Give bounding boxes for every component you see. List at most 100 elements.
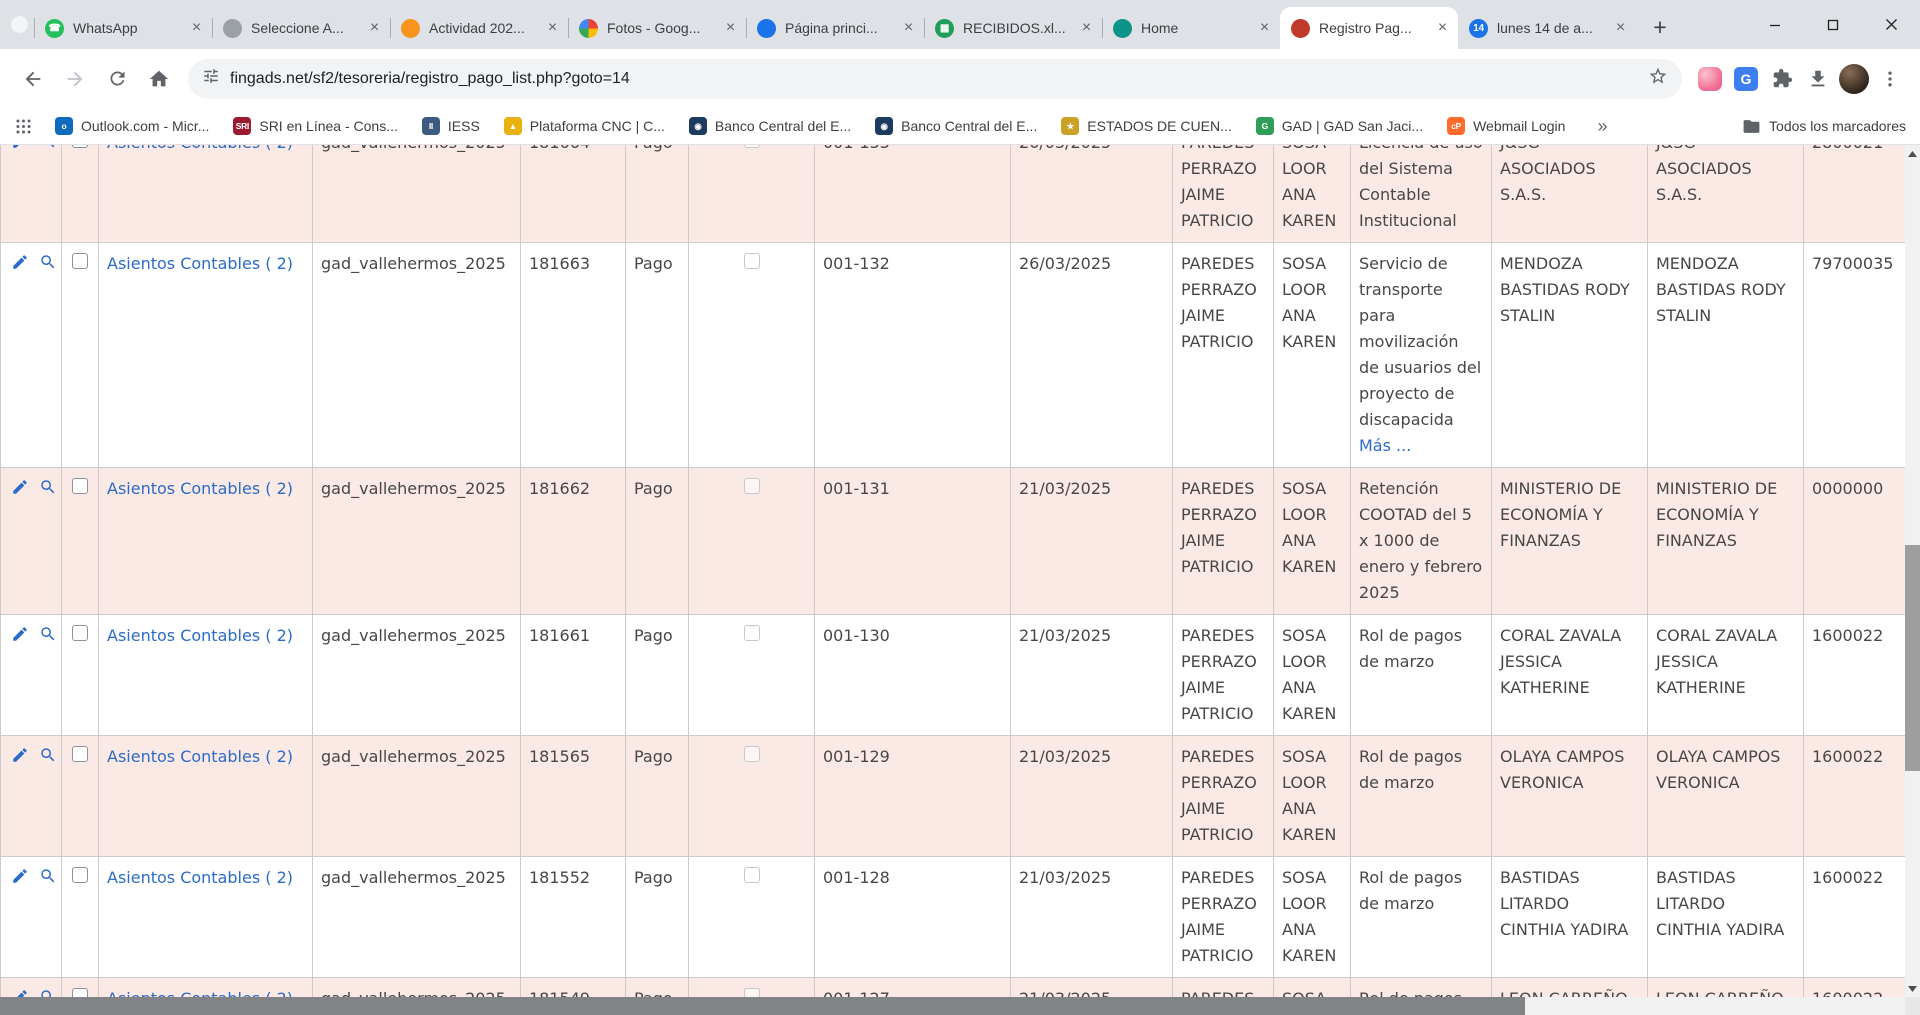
pago-checkbox[interactable] — [744, 746, 760, 762]
tab-close-icon[interactable]: × — [187, 19, 206, 38]
all-bookmarks-button[interactable]: Todos los marcadores — [1742, 117, 1906, 136]
bookmark-list: o Outlook.com - Micr... SRI SRI en Línea… — [55, 117, 1589, 135]
browser-tab[interactable]: 14 lunes 14 de a... × — [1458, 7, 1636, 49]
pago-checkbox[interactable] — [744, 253, 760, 269]
pago-checkbox[interactable] — [744, 867, 760, 883]
menu-kebab-icon[interactable] — [1872, 61, 1908, 97]
bookmark-item[interactable]: ◉ Banco Central del E... — [689, 117, 851, 135]
record-id-cell: 181662 — [521, 468, 626, 615]
browser-tab[interactable]: Home × — [1102, 7, 1280, 49]
view-magnifier-icon[interactable] — [39, 256, 61, 275]
bookmark-item[interactable]: ◉ Banco Central del E... — [875, 117, 1037, 135]
bookmark-item[interactable]: G GAD | GAD San Jaci... — [1256, 117, 1423, 135]
tab-close-icon[interactable]: × — [721, 19, 740, 38]
browser-tab[interactable]: Actividad 202... × — [390, 7, 568, 49]
tab-close-icon[interactable]: × — [1255, 19, 1274, 38]
maximize-button[interactable] — [1804, 0, 1862, 49]
edit-pencil-icon[interactable] — [11, 628, 34, 647]
row-checkbox[interactable] — [72, 746, 88, 762]
pago-checkbox[interactable] — [744, 145, 760, 148]
bookmark-item[interactable]: SRI SRI en Línea - Cons... — [233, 117, 398, 135]
edit-pencil-icon[interactable] — [11, 749, 34, 768]
bookmark-item[interactable]: ★ ESTADOS DE CUEN... — [1061, 117, 1231, 135]
browser-tab[interactable]: Seleccione A... × — [212, 7, 390, 49]
view-magnifier-icon[interactable] — [39, 481, 61, 500]
view-magnifier-icon[interactable] — [39, 870, 61, 889]
extensions-puzzle-icon[interactable] — [1764, 61, 1800, 97]
tipo-cell: Pago — [626, 736, 689, 857]
horizontal-scrollbar[interactable] — [0, 997, 1905, 1015]
asientos-contables-link[interactable]: Asientos Contables ( 2) — [107, 868, 293, 887]
row-checkbox[interactable] — [72, 988, 88, 997]
home-button[interactable] — [140, 60, 178, 98]
scroll-down-arrow-icon[interactable] — [1905, 980, 1920, 997]
mas-link[interactable]: Más ... — [1359, 433, 1483, 459]
asientos-contables-link[interactable]: Asientos Contables ( 2) — [107, 479, 293, 498]
tab-favicon-icon — [1291, 19, 1310, 38]
site-info-icon[interactable] — [202, 67, 220, 90]
window-controls — [1746, 0, 1920, 49]
tab-close-icon[interactable]: × — [365, 19, 384, 38]
browser-tab[interactable]: Página princi... × — [746, 7, 924, 49]
bookmark-star-icon[interactable] — [1648, 66, 1668, 91]
edit-pencil-icon[interactable] — [11, 870, 34, 889]
row-checkbox[interactable] — [72, 478, 88, 494]
beneficiario2-cell: LEON CARREÑO — [1648, 978, 1804, 998]
browser-tab[interactable]: Registro Pag... × — [1280, 7, 1458, 49]
tab-title: Página princi... — [785, 20, 895, 36]
edit-pencil-icon[interactable] — [11, 256, 34, 275]
view-magnifier-icon[interactable] — [39, 628, 61, 647]
bookmark-item[interactable]: ▲ Plataforma CNC | C... — [504, 117, 665, 135]
edit-pencil-icon[interactable] — [11, 481, 34, 500]
close-button[interactable] — [1862, 0, 1920, 49]
apps-grid-icon[interactable] — [14, 117, 33, 136]
bookmark-item[interactable]: cP Webmail Login — [1447, 117, 1565, 135]
downloads-icon[interactable] — [1800, 61, 1836, 97]
pago-checkbox[interactable] — [744, 478, 760, 494]
extension-pink-icon[interactable] — [1692, 61, 1728, 97]
bookmarks-overflow-chevron[interactable]: » — [1597, 116, 1607, 137]
row-checkbox[interactable] — [72, 867, 88, 883]
asientos-contables-link[interactable]: Asientos Contables ( 2) — [107, 254, 293, 273]
minimize-button[interactable] — [1746, 0, 1804, 49]
vertical-scroll-thumb[interactable] — [1905, 545, 1920, 771]
reload-button[interactable] — [98, 60, 136, 98]
browser-tab[interactable]: ☎ WhatsApp × — [34, 7, 212, 49]
asientos-contables-link[interactable]: Asientos Contables ( 2) — [107, 747, 293, 766]
scroll-up-arrow-icon[interactable] — [1905, 145, 1920, 162]
view-magnifier-icon[interactable] — [39, 749, 61, 768]
row-checkbox[interactable] — [72, 253, 88, 269]
tab-close-icon[interactable]: × — [543, 19, 562, 38]
row-checkbox[interactable] — [72, 625, 88, 641]
tab-title: Registro Pag... — [1319, 20, 1429, 36]
bookmark-item[interactable]: II IESS — [422, 117, 480, 135]
tab-close-icon[interactable]: × — [899, 19, 918, 38]
tab-close-icon[interactable]: × — [1611, 19, 1630, 38]
row-checkbox[interactable] — [72, 145, 88, 148]
cuenta-cell: 79700035 — [1804, 243, 1906, 468]
cuenta-cell: 1600022 — [1804, 736, 1906, 857]
profile-avatar[interactable] — [1836, 61, 1872, 97]
pago-checkbox[interactable] — [744, 625, 760, 641]
bookmark-item[interactable]: o Outlook.com - Micr... — [55, 117, 209, 135]
translate-icon[interactable]: G — [1728, 61, 1764, 97]
browser-tab[interactable]: Fotos - Goog... × — [568, 7, 746, 49]
beneficiario-cell: MINISTERIO DE ECONOMÍA Y FINANZAS — [1492, 468, 1648, 615]
forward-button[interactable] — [56, 60, 94, 98]
asientos-contables-link[interactable]: Asientos Contables ( 2) — [107, 989, 293, 997]
tab-close-icon[interactable]: × — [1077, 19, 1096, 38]
pago-checkbox[interactable] — [744, 988, 760, 997]
browser-tab[interactable]: ▦ RECIBIDOS.xl... × — [924, 7, 1102, 49]
edit-pencil-icon[interactable] — [11, 145, 34, 154]
database-cell: gad_vallehermos_2025 — [313, 468, 521, 615]
asientos-contables-link[interactable]: Asientos Contables ( 2) — [107, 145, 293, 152]
bookmark-favicon-icon: ▲ — [504, 117, 522, 135]
new-tab-button[interactable]: + — [1645, 12, 1675, 42]
back-button[interactable] — [14, 60, 52, 98]
vertical-scrollbar[interactable] — [1905, 145, 1920, 997]
horizontal-scroll-thumb[interactable] — [0, 997, 1525, 1015]
tab-close-icon[interactable]: × — [1433, 19, 1452, 38]
asientos-contables-link[interactable]: Asientos Contables ( 2) — [107, 626, 293, 645]
view-magnifier-icon[interactable] — [39, 145, 61, 154]
address-bar[interactable]: fingads.net/sf2/tesoreria/registro_pago_… — [188, 59, 1682, 99]
